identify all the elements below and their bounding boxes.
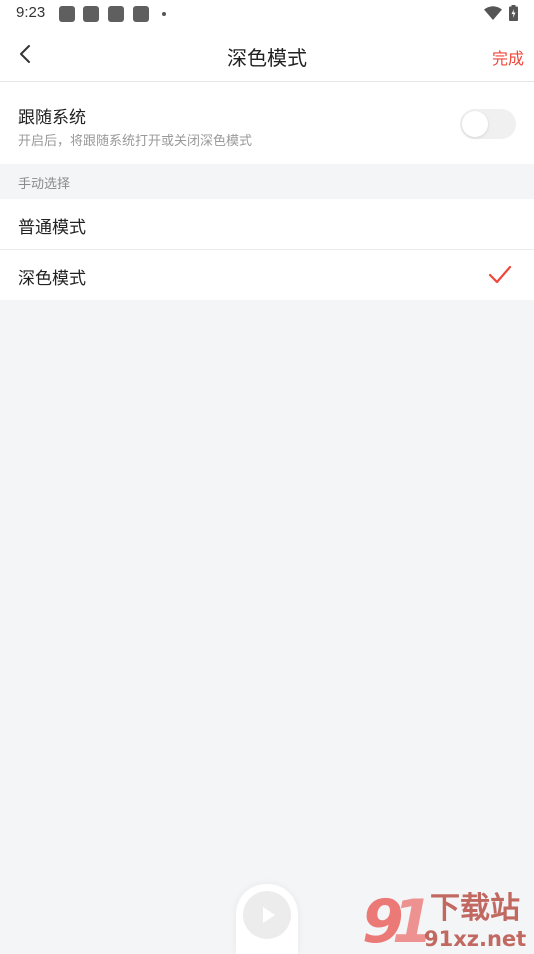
- status-bar: 9:23: [0, 0, 534, 28]
- follow-system-description: 开启后，将跟随系统打开或关闭深色模式: [18, 134, 253, 149]
- watermark-label: 下载站: [430, 891, 520, 926]
- notification-icon: [83, 6, 99, 22]
- follow-system-title: 跟随系统: [18, 108, 86, 128]
- wifi-icon: [484, 6, 502, 20]
- option-label: 深色模式: [18, 269, 86, 289]
- check-icon: [488, 265, 512, 284]
- option-dark-mode[interactable]: 深色模式: [0, 250, 534, 300]
- page-title: 深色模式: [227, 46, 307, 70]
- watermark-url: 91xz.net: [424, 927, 526, 950]
- toggle-knob: [462, 111, 488, 137]
- option-label: 普通模式: [18, 218, 86, 238]
- follow-system-row: 跟随系统 开启后，将跟随系统打开或关闭深色模式: [0, 82, 534, 164]
- more-notifications-icon: [162, 12, 166, 16]
- nav-bar: 深色模式 完成: [0, 28, 534, 82]
- done-button[interactable]: 完成: [492, 45, 524, 69]
- notification-icon: [108, 6, 124, 22]
- follow-system-toggle[interactable]: [460, 109, 516, 139]
- notification-icon: [59, 6, 75, 22]
- bottom-tab: [236, 884, 298, 954]
- notification-icon: [133, 6, 149, 22]
- watermark-logo: 9 1 下载站 91xz.net: [362, 887, 526, 950]
- play-icon[interactable]: [242, 890, 292, 940]
- option-normal-mode[interactable]: 普通模式: [0, 199, 534, 249]
- status-time: 9:23: [16, 4, 46, 21]
- section-header-manual: 手动选择: [18, 177, 71, 192]
- battery-icon: [509, 5, 518, 21]
